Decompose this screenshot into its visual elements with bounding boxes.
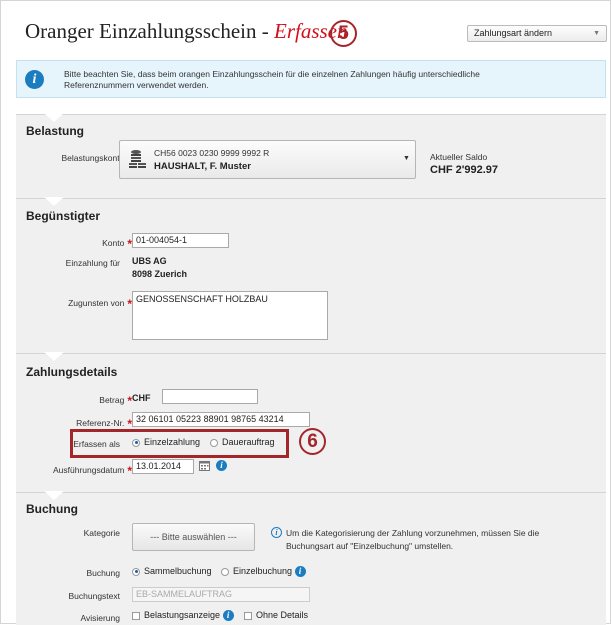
coin-stack-icon bbox=[129, 150, 146, 168]
checkbox[interactable] bbox=[244, 611, 252, 620]
checkbox-belastungsanzeige-label: Belastungsanzeige bbox=[144, 610, 221, 620]
help-icon[interactable]: i bbox=[222, 610, 234, 622]
kategorie-select-button[interactable]: --- Bitte auswählen --- bbox=[132, 523, 255, 551]
section-notch bbox=[44, 352, 64, 361]
checkbox-ohne-details-label: Ohne Details bbox=[256, 610, 309, 620]
info-banner: i Bitte beachten Sie, dass beim orangen … bbox=[16, 60, 606, 98]
section-divider bbox=[16, 114, 606, 115]
step-marker-6: 6 bbox=[299, 428, 326, 455]
konto-label-text: Konto bbox=[102, 238, 125, 248]
kategorie-label: Kategorie bbox=[83, 528, 120, 538]
checkbox-ohne-details[interactable]: Ohne Details bbox=[244, 610, 308, 620]
currency-label: CHF bbox=[132, 393, 151, 403]
belastungskonto-label-text: Belastungskonto bbox=[61, 153, 125, 163]
checkbox-belastungsanzeige[interactable]: Belastungsanzeige i bbox=[132, 610, 234, 622]
page-title: Oranger Einzahlungsschein - Erfassen bbox=[25, 19, 348, 44]
section-divider bbox=[16, 492, 606, 493]
account-select[interactable]: CH56 0023 0230 9999 9992 R HAUSHALT, F. … bbox=[119, 140, 416, 179]
radio-sammelbuchung-label: Sammelbuchung bbox=[144, 566, 212, 576]
account-iban: CH56 0023 0230 9999 9992 R bbox=[154, 148, 270, 158]
checkbox[interactable] bbox=[132, 611, 140, 620]
radio-einzelbuchung[interactable]: Einzelbuchung i bbox=[221, 566, 306, 578]
konto-label: Konto * bbox=[102, 235, 132, 251]
radio-dauerauftrag[interactable]: Dauerauftrag bbox=[210, 437, 275, 447]
section-title-belastung: Belastung bbox=[26, 124, 85, 138]
referenz-label-text: Referenz-Nr. bbox=[76, 418, 125, 428]
section-title-zahlungsdetails: Zahlungsdetails bbox=[26, 365, 118, 379]
buchungstext-label: Buchungstext bbox=[68, 591, 120, 601]
help-icon[interactable]: i bbox=[294, 566, 306, 578]
info-icon: i bbox=[25, 70, 44, 89]
section-divider bbox=[16, 353, 606, 354]
page-title-text: Oranger Einzahlungsschein - bbox=[25, 19, 269, 43]
change-payment-type-label: Zahlungsart ändern bbox=[474, 28, 553, 38]
radio-button-selected[interactable] bbox=[132, 567, 140, 576]
buchung-label: Buchung bbox=[86, 568, 120, 578]
erfassen-label: Erfassen als bbox=[73, 439, 120, 449]
zugunsten-label: Zugunsten von * bbox=[68, 295, 132, 311]
avisierung-label: Avisierung bbox=[80, 613, 120, 623]
step-marker-5: 5 bbox=[330, 20, 357, 47]
payment-form-window: Oranger Einzahlungsschein - Erfassen 5 Z… bbox=[0, 0, 611, 625]
datum-label: Ausführungsdatum * bbox=[52, 462, 132, 478]
section-notch bbox=[44, 491, 64, 500]
dropdown-arrow-icon: ▼ bbox=[593, 30, 600, 37]
referenz-label: Referenz-Nr. * bbox=[76, 415, 132, 431]
hint-info-icon: i bbox=[271, 527, 282, 538]
section-notch bbox=[44, 197, 64, 206]
betrag-label: Betrag * bbox=[99, 392, 132, 408]
radio-einzelzahlung-label: Einzelzahlung bbox=[144, 437, 201, 447]
info-text: Bitte beachten Sie, dass beim orangen Ei… bbox=[64, 69, 480, 90]
dropdown-arrow-icon: ▼ bbox=[403, 155, 410, 162]
radio-button[interactable] bbox=[210, 438, 218, 447]
betrag-label-text: Betrag bbox=[99, 395, 125, 405]
section-title-beguenstigter: Begünstigter bbox=[26, 209, 101, 223]
radio-button[interactable] bbox=[221, 567, 229, 576]
einzahlung-name: UBS AG bbox=[132, 256, 167, 266]
account-name: HAUSHALT, F. Muster bbox=[154, 161, 251, 172]
datum-label-text: Ausführungsdatum bbox=[52, 465, 125, 475]
radio-dauerauftrag-label: Dauerauftrag bbox=[222, 437, 275, 447]
help-icon[interactable]: i bbox=[216, 460, 227, 471]
radio-einzelzahlung[interactable]: Einzelzahlung bbox=[132, 437, 200, 447]
datum-input[interactable]: 13.01.2014 bbox=[132, 459, 194, 474]
zugunsten-textarea[interactable]: GENOSSENSCHAFT HOLZBAU bbox=[132, 291, 328, 340]
referenz-input[interactable]: 32 06101 05223 88901 98765 43214 bbox=[132, 412, 310, 427]
radio-einzelbuchung-label: Einzelbuchung bbox=[233, 566, 293, 576]
section-title-buchung: Buchung bbox=[26, 502, 78, 516]
radio-button-selected[interactable] bbox=[132, 438, 140, 447]
section-buchung: Buchung bbox=[16, 491, 606, 625]
radio-sammelbuchung[interactable]: Sammelbuchung bbox=[132, 566, 212, 576]
zugunsten-label-text: Zugunsten von bbox=[68, 298, 125, 308]
kategorie-hint: Um die Kategorisierung der Zahlung vorzu… bbox=[286, 528, 540, 551]
section-divider bbox=[16, 198, 606, 199]
einzahlung-label: Einzahlung für bbox=[65, 258, 120, 268]
balance-label: Aktueller Saldo bbox=[430, 152, 488, 162]
balance-value: CHF 2'992.97 bbox=[430, 164, 499, 176]
konto-input[interactable]: 01-004054-1 bbox=[132, 233, 229, 248]
einzahlung-city: 8098 Zuerich bbox=[132, 269, 188, 279]
section-notch bbox=[44, 113, 64, 122]
betrag-input[interactable] bbox=[162, 389, 258, 404]
buchungstext-input[interactable]: EB-SAMMELAUFTRAG bbox=[132, 587, 310, 602]
calendar-icon[interactable] bbox=[199, 460, 210, 471]
change-payment-type-select[interactable]: Zahlungsart ändern ▼ bbox=[467, 25, 607, 42]
